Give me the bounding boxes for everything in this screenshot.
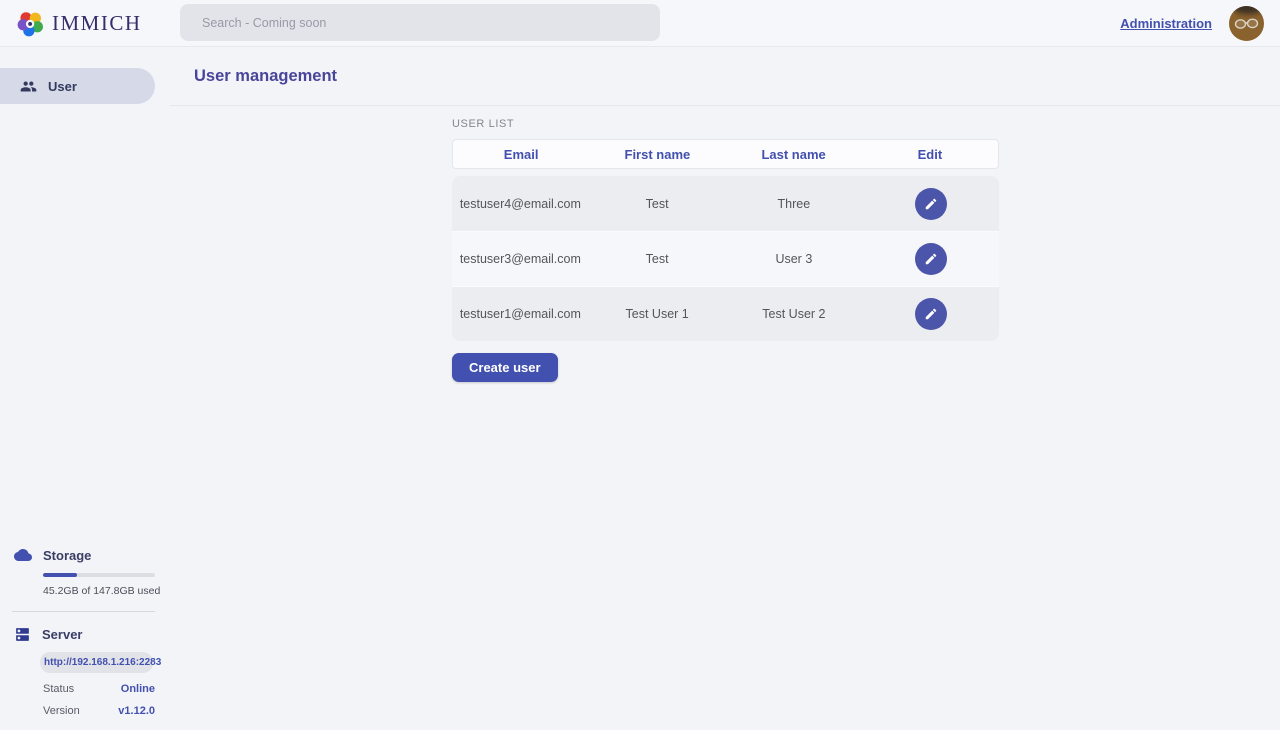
cell-first-name: Test [589, 197, 726, 211]
edit-user-button[interactable] [915, 298, 947, 330]
app-logo[interactable]: IMMICH [16, 9, 142, 38]
pencil-icon [924, 307, 938, 321]
sidebar-item-user-label: User [48, 79, 77, 94]
table-body: testuser4@email.com Test Three [452, 176, 999, 341]
cell-last-name: Test User 2 [726, 307, 863, 321]
column-header-edit: Edit [862, 147, 998, 162]
cell-last-name: Three [726, 197, 863, 211]
storage-progress-bar [43, 573, 155, 577]
server-status-row: Status Online [43, 683, 155, 695]
table-row: testuser4@email.com Test Three [452, 176, 999, 231]
sidebar: User Storage 45.2GB of 147.8GB used [0, 47, 170, 729]
main-panel: User management USER LIST Email First na… [170, 47, 1280, 729]
storage-progress-fill [43, 573, 77, 577]
server-url-badge: http://192.168.1.216:2283 [40, 652, 153, 673]
sidebar-divider [12, 611, 155, 612]
edit-user-button[interactable] [915, 243, 947, 275]
version-value: v1.12.0 [118, 705, 155, 717]
user-table: Email First name Last name Edit testuser… [452, 139, 999, 341]
storage-usage-text: 45.2GB of 147.8GB used [43, 585, 170, 597]
top-navbar: IMMICH Administration [0, 0, 1280, 47]
users-group-icon [20, 78, 37, 95]
pencil-icon [924, 252, 938, 266]
sidebar-footer: Storage 45.2GB of 147.8GB used Server ht… [0, 546, 170, 729]
column-header-last-name: Last name [726, 147, 862, 162]
immich-flower-icon [16, 9, 45, 38]
page-title: User management [194, 67, 337, 86]
cell-email: testuser1@email.com [452, 307, 589, 321]
create-user-button[interactable]: Create user [452, 353, 558, 382]
cloud-icon [14, 546, 32, 564]
user-list-section-label: USER LIST [452, 118, 1280, 130]
status-label: Status [43, 683, 74, 695]
cell-first-name: Test [589, 252, 726, 266]
edit-user-button[interactable] [915, 188, 947, 220]
sidebar-item-user[interactable]: User [0, 68, 155, 104]
app-name: IMMICH [52, 11, 142, 36]
table-header-row: Email First name Last name Edit [452, 139, 999, 169]
avatar-photo-shadow [1233, 6, 1263, 14]
server-label: Server [42, 627, 82, 642]
search-input[interactable] [180, 4, 660, 41]
administration-link[interactable]: Administration [1120, 16, 1212, 31]
version-label: Version [43, 705, 80, 717]
pencil-icon [924, 197, 938, 211]
cell-email: testuser4@email.com [452, 197, 589, 211]
user-avatar[interactable] [1229, 6, 1264, 41]
cell-last-name: User 3 [726, 252, 863, 266]
status-value: Online [121, 683, 155, 695]
glasses-icon [1234, 18, 1260, 30]
cell-first-name: Test User 1 [589, 307, 726, 321]
column-header-first-name: First name [589, 147, 725, 162]
column-header-email: Email [453, 147, 589, 162]
table-row: testuser1@email.com Test User 1 Test Use… [452, 286, 999, 341]
storage-section-header: Storage [14, 546, 170, 564]
storage-label: Storage [43, 548, 91, 563]
server-icon [14, 626, 31, 643]
cell-email: testuser3@email.com [452, 252, 589, 266]
page-title-bar: User management [170, 47, 1280, 106]
server-version-row: Version v1.12.0 [43, 705, 155, 717]
server-section-header: Server [14, 626, 170, 643]
table-row: testuser3@email.com Test User 3 [452, 231, 999, 286]
